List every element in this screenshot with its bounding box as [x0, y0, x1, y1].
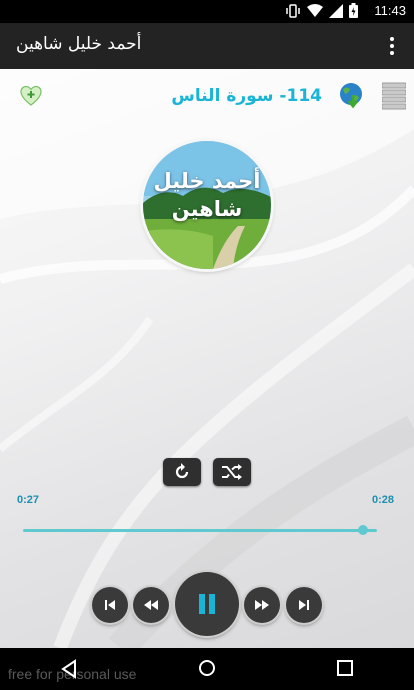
overflow-menu-icon[interactable] [382, 34, 402, 58]
pause-button[interactable] [175, 572, 239, 636]
skip-previous-button[interactable] [92, 587, 128, 623]
status-icons [285, 3, 358, 18]
artwork-caption-line2: شاهين [171, 197, 243, 221]
signal-icon [329, 3, 343, 18]
skip-previous-icon [105, 600, 115, 610]
skip-next-button[interactable] [286, 587, 322, 623]
app-bar: أحمد خليل شاهين [0, 23, 414, 69]
album-artwork: أحمد خليل شاهين [143, 141, 271, 269]
clock: 11:43 [374, 3, 406, 18]
repeat-icon [175, 463, 189, 479]
rewind-icon [144, 600, 158, 610]
artwork-caption: أحمد خليل شاهين [143, 167, 271, 223]
home-icon[interactable] [198, 659, 216, 677]
fast-forward-button[interactable] [244, 587, 280, 623]
rewind-button[interactable] [133, 587, 169, 623]
status-bar: 11:43 [0, 0, 414, 23]
seek-bar[interactable] [23, 529, 377, 532]
app-title: أحمد خليل شاهين [16, 34, 142, 54]
vibrate-icon [286, 3, 300, 18]
player-screen: 114- سورة الناس أحمد خليل شاهين 0:27 0:2… [0, 69, 414, 648]
skip-next-icon [299, 600, 309, 610]
artwork-caption-line1: أحمد خليل [153, 169, 261, 193]
globe-download-icon[interactable] [337, 81, 365, 109]
navigation-bar: free for personal use [0, 648, 414, 690]
pause-icon [199, 594, 215, 614]
surah-title: 114- سورة الناس [171, 86, 322, 106]
battery-icon [349, 3, 358, 18]
wifi-icon [307, 3, 323, 17]
shuffle-icon [222, 464, 242, 480]
playlist-icon[interactable] [382, 82, 406, 110]
shuffle-button[interactable] [213, 458, 251, 486]
repeat-button[interactable] [163, 458, 201, 486]
back-icon[interactable] [60, 659, 78, 679]
seek-thumb[interactable] [357, 525, 368, 535]
recents-icon[interactable] [337, 660, 353, 676]
fast-forward-icon [255, 600, 269, 610]
favorite-add-icon[interactable] [20, 85, 42, 107]
total-time: 0:28 [372, 494, 395, 506]
elapsed-time: 0:27 [17, 494, 40, 506]
